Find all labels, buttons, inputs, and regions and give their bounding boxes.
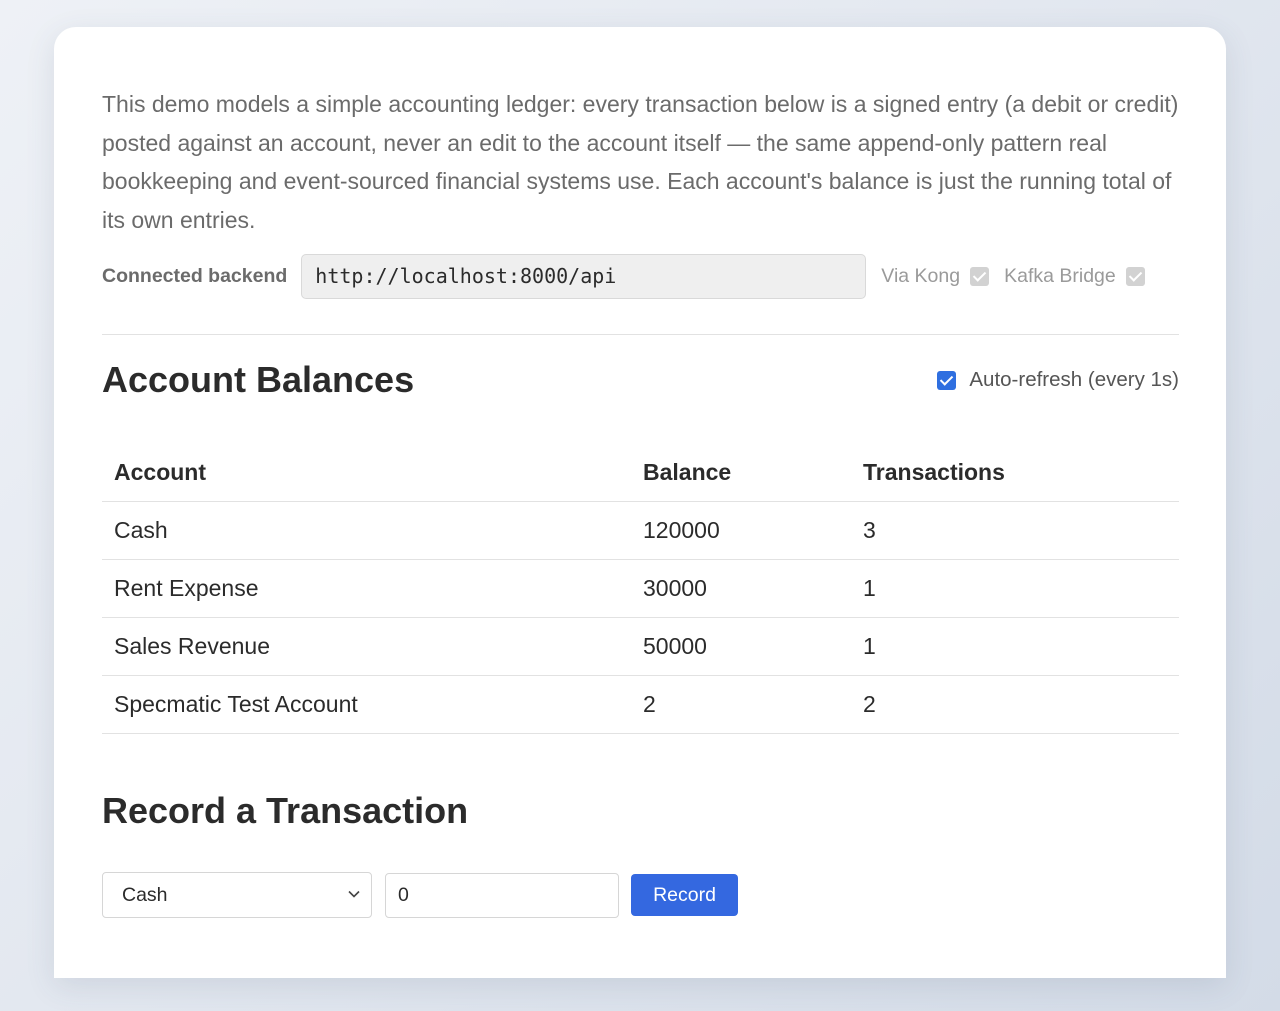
table-row: Cash 120000 3 bbox=[102, 501, 1179, 560]
balance-cell: 30000 bbox=[631, 559, 851, 618]
backend-label: Connected backend bbox=[102, 264, 288, 287]
intro-paragraph: This demo models a simple accounting led… bbox=[102, 91, 1179, 233]
transactions-cell: 2 bbox=[851, 675, 1179, 734]
auto-refresh-checkbox[interactable] bbox=[937, 370, 957, 390]
kafka-bridge-toggle[interactable]: Kafka Bridge bbox=[1004, 265, 1145, 288]
account-cell: Specmatic Test Account bbox=[102, 675, 631, 734]
table-row: Sales Revenue 50000 1 bbox=[102, 617, 1179, 676]
account-select[interactable]: Cash bbox=[102, 872, 372, 918]
amount-input[interactable] bbox=[385, 872, 619, 918]
account-cell: Cash bbox=[102, 501, 631, 560]
table-row: Specmatic Test Account 2 2 bbox=[102, 675, 1179, 734]
auto-refresh-toggle[interactable]: Auto-refresh (every 1s) bbox=[937, 368, 1179, 392]
table-header-row: Account Balance Transactions bbox=[102, 443, 1179, 502]
section-divider bbox=[102, 334, 1179, 335]
via-kong-checkbox[interactable] bbox=[970, 266, 990, 286]
card-content: This demo models a simple accounting led… bbox=[102, 85, 1179, 918]
balances-title: Account Balances bbox=[102, 359, 415, 400]
balance-cell: 50000 bbox=[631, 617, 851, 676]
record-form: Cash Record bbox=[102, 872, 1179, 918]
account-select-value: Cash bbox=[122, 883, 168, 906]
kafka-bridge-checkbox[interactable] bbox=[1125, 266, 1145, 286]
column-header-account: Account bbox=[102, 443, 631, 502]
transactions-cell: 1 bbox=[851, 617, 1179, 676]
balances-header: Account Balances Auto-refresh (every 1s) bbox=[102, 357, 1179, 403]
backend-url-field[interactable] bbox=[301, 253, 867, 299]
column-header-balance: Balance bbox=[631, 443, 851, 502]
main-card: This demo models a simple accounting led… bbox=[54, 27, 1226, 978]
account-cell: Rent Expense bbox=[102, 559, 631, 618]
record-button[interactable]: Record bbox=[631, 874, 738, 916]
backend-row: Connected backend Via Kong Kafka Bridge bbox=[102, 253, 1179, 299]
balance-cell: 120000 bbox=[631, 501, 851, 560]
auto-refresh-label: Auto-refresh (every 1s) bbox=[969, 368, 1179, 391]
balance-cell: 2 bbox=[631, 675, 851, 734]
chevron-down-icon bbox=[348, 890, 360, 898]
column-header-transactions: Transactions bbox=[851, 443, 1179, 502]
transactions-cell: 3 bbox=[851, 501, 1179, 560]
via-kong-label: Via Kong bbox=[881, 264, 961, 287]
via-kong-toggle[interactable]: Via Kong bbox=[881, 264, 990, 288]
balances-table: Account Balance Transactions Cash 120000… bbox=[102, 443, 1179, 734]
kafka-bridge-label: Kafka Bridge bbox=[1004, 264, 1116, 287]
record-title: Record a Transaction bbox=[102, 790, 469, 831]
table-row: Rent Expense 30000 1 bbox=[102, 559, 1179, 618]
account-cell: Sales Revenue bbox=[102, 617, 631, 676]
transactions-cell: 1 bbox=[851, 559, 1179, 618]
